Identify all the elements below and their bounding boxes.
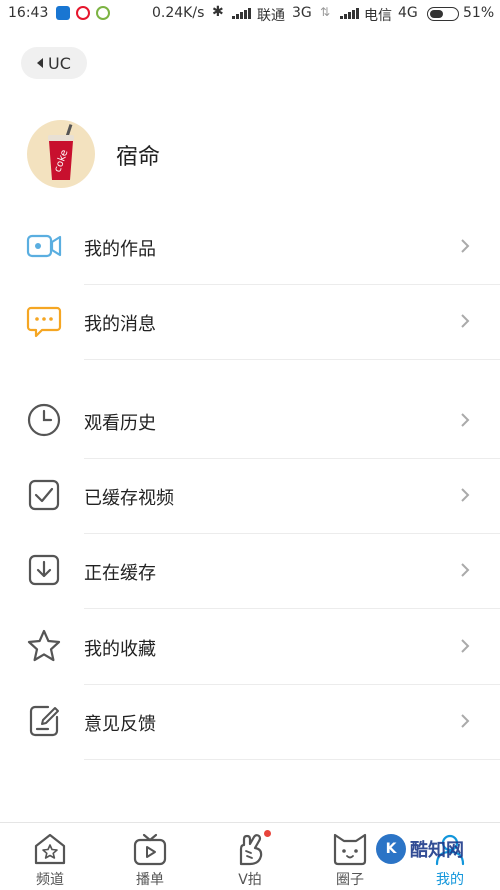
tab-label: 播单 [136,872,164,888]
menu-item-caching[interactable]: 正在缓存 [0,533,500,608]
carrier-label: 联通 [257,8,285,24]
download-box-icon [28,554,60,586]
notification-icons [56,6,110,20]
menu-label: 正在缓存 [84,563,156,584]
menu-item-feedback[interactable]: 意见反馈 [0,684,500,759]
menu-item-favorites[interactable]: 我的收藏 [0,609,500,684]
tab-channels[interactable]: 频道 [0,823,100,890]
video-camera-icon [26,234,62,258]
chevron-right-icon [461,314,470,328]
bluetooth-icon: ✱ [212,4,224,20]
tab-label: V拍 [238,872,262,888]
notification-icon [56,6,70,20]
divider [84,759,500,760]
menu-label: 已缓存视频 [84,488,174,509]
hand-icon [239,834,263,866]
watermark: K 酷知网 [376,830,480,868]
chat-bubble-icon [26,306,62,338]
signal-icon [232,8,251,19]
username: 宿命 [116,145,161,170]
app-icon [96,6,110,20]
battery-percent: 51% [463,5,495,21]
chevron-right-icon [461,714,470,728]
feedback-edit-icon [29,705,59,737]
clock-icon [27,403,61,437]
menu-label: 意见反馈 [84,714,156,735]
network-speed: 0.24K/s [152,5,205,21]
network-type: 4G [398,5,418,21]
new-notification-dot [264,830,271,837]
signal-icon [340,8,359,19]
back-arrow-icon [37,58,44,68]
menu-label: 我的消息 [84,314,156,335]
menu-item-my-works[interactable]: 我的作品 [0,209,500,284]
chevron-right-icon [461,563,470,577]
tab-label: 频道 [36,872,64,888]
menu-label: 观看历史 [84,413,156,434]
menu-label: 我的作品 [84,239,156,260]
battery-icon [427,7,459,21]
status-time: 16:43 [8,5,49,21]
chevron-right-icon [461,239,470,253]
menu-item-cached-videos[interactable]: 已缓存视频 [0,458,500,533]
chevron-right-icon [461,488,470,502]
data-activity-icon: ⇅ [320,5,331,19]
watermark-logo-icon: K [376,834,406,864]
menu-label: 我的收藏 [84,639,156,660]
chevron-right-icon [461,413,470,427]
menu-item-my-messages[interactable]: 我的消息 [0,284,500,359]
tab-vpai[interactable]: V拍 [200,823,300,890]
back-to-uc-button[interactable]: UC [21,47,87,79]
home-star-icon [34,833,66,865]
tab-label: 我的 [436,872,464,888]
back-label: UC [48,53,71,73]
divider [84,359,500,360]
carrier-label: 电信 [364,8,392,24]
weibo-icon [76,6,90,20]
chevron-right-icon [461,639,470,653]
menu-item-watch-history[interactable]: 观看历史 [0,383,500,458]
tab-label: 圈子 [336,872,364,888]
avatar[interactable]: coke [27,120,95,188]
star-icon [27,629,61,662]
watermark-text: 酷知网 [410,840,464,861]
cat-face-icon [333,833,367,866]
tab-playlists[interactable]: 播单 [100,823,200,890]
network-type: 3G [292,5,312,21]
checked-box-icon [28,479,60,511]
tv-play-icon [133,833,167,866]
status-bar: 16:43 0.24K/s ✱ 联通 3G ⇅ 电信 4G 51% [0,0,500,28]
